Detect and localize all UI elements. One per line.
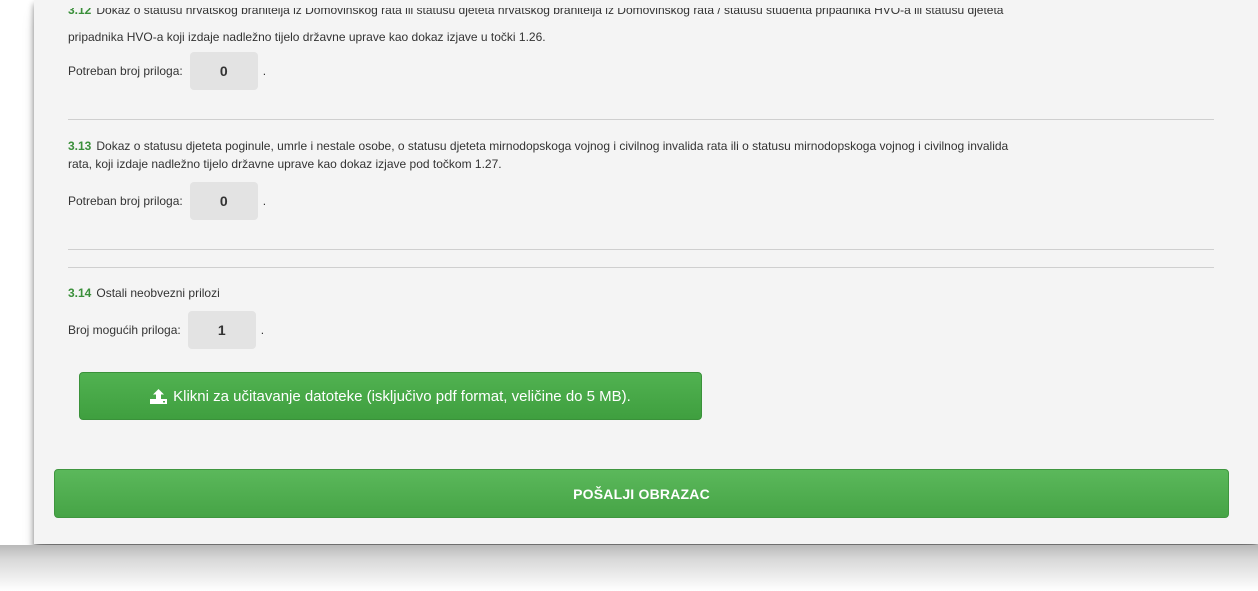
page-shadow <box>0 545 1258 591</box>
item-description-line1: Ostali neobvezni prilozi <box>96 286 220 300</box>
item-description-line2: pripadnika HVO-a koji izdaje nadležno ti… <box>68 30 546 44</box>
item-description-line2: rata, koji izdaje nadležno tijelo državn… <box>68 157 502 171</box>
upload-icon <box>150 388 168 404</box>
count-value: 0 <box>189 182 258 220</box>
count-label: Potreban broj priloga: <box>68 64 183 78</box>
item-description: 3.13 Dokaz o statusu djeteta poginule, um… <box>68 137 1214 173</box>
count-label: Broj mogućih priloga: <box>68 323 181 337</box>
item-description-line1: Dokaz o statusu djeteta poginule, umrle … <box>96 139 1009 153</box>
count-value: 1 <box>187 311 256 349</box>
count-row: Potreban broj priloga: 0 . <box>68 52 266 90</box>
item-description-line1: Dokaz o statusu hrvatskog branitelja iz … <box>96 8 1004 17</box>
count-suffix: . <box>262 194 267 208</box>
count-row: Broj mogućih priloga: 1 . <box>68 311 264 349</box>
item-3-14: 3.14 Ostali neobvezni prilozi Broj mogući… <box>68 284 1214 349</box>
upload-file-button[interactable]: Klikni za učitavanje datoteke (isključiv… <box>79 372 702 420</box>
count-label: Potreban broj priloga: <box>68 194 183 208</box>
count-value: 0 <box>189 52 258 90</box>
divider <box>68 249 1214 250</box>
item-number: 3.12 <box>68 8 92 17</box>
count-row: Potreban broj priloga: 0 . <box>68 182 266 220</box>
item-3-12-line1-clipped: 3.12 Dokaz o statusu hrvatskog branitelja… <box>68 8 1214 20</box>
item-number: 3.14 <box>68 286 92 300</box>
item-description: 3.14 Ostali neobvezni prilozi <box>68 284 1214 302</box>
upload-button-label: Klikni za učitavanje datoteke (isključiv… <box>173 387 631 405</box>
form-page: 3.12 Dokaz o statusu hrvatskog branitelja… <box>0 0 1258 591</box>
item-3-13: 3.13 Dokaz o statusu djeteta poginule, um… <box>68 137 1214 220</box>
item-3-12: pripadnika HVO-a koji izdaje nadležno ti… <box>68 28 1214 90</box>
submit-form-button[interactable]: POŠALJI OBRAZAC <box>54 469 1229 518</box>
count-suffix: . <box>260 323 265 337</box>
submit-button-label: POŠALJI OBRAZAC <box>573 485 710 502</box>
count-suffix: . <box>262 64 267 78</box>
divider <box>68 119 1214 120</box>
item-number: 3.13 <box>68 139 92 153</box>
divider <box>68 267 1214 268</box>
